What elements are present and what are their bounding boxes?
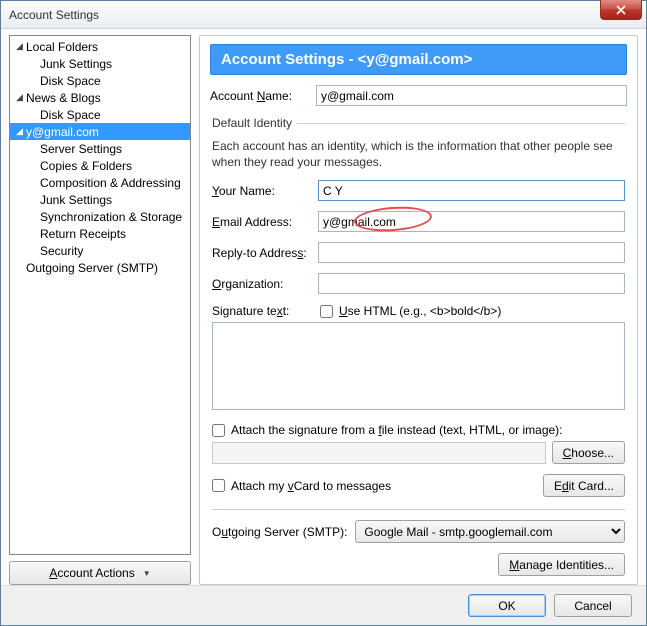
separator <box>212 509 625 510</box>
ok-button[interactable]: OK <box>468 594 546 617</box>
cancel-button[interactable]: Cancel <box>554 594 632 617</box>
account-name-label: Account Name: <box>210 89 310 103</box>
tree-item-label: y@gmail.com <box>26 125 99 139</box>
identity-legend: Default Identity <box>212 116 296 130</box>
attach-vcard-label: Attach my vCard to messages <box>231 479 391 493</box>
identity-description: Each account has an identity, which is t… <box>212 138 625 170</box>
tree-item-label: Junk Settings <box>40 57 112 71</box>
attach-vcard-checkbox[interactable] <box>212 479 225 492</box>
use-html-label: Use HTML (e.g., <b>bold</b>) <box>339 304 501 318</box>
signature-file-input <box>212 442 546 464</box>
main-panel: Account Settings - <y@gmail.com> Account… <box>199 35 638 585</box>
dialog-footer: OK Cancel <box>1 585 646 625</box>
account-actions-button[interactable]: Account Actions ▼ <box>9 561 191 585</box>
tree-item[interactable]: Security <box>10 242 190 259</box>
account-actions-label: ccount Actions <box>57 566 134 580</box>
use-html-checkbox[interactable] <box>320 305 333 318</box>
tree-item[interactable]: ◢News & Blogs <box>10 89 190 106</box>
tree-item[interactable]: Synchronization & Storage <box>10 208 190 225</box>
attach-file-label: Attach the signature from a file instead… <box>231 423 563 437</box>
signature-textarea[interactable] <box>212 322 625 410</box>
choose-file-button[interactable]: Choose... <box>552 441 625 464</box>
tree-item-label: Server Settings <box>40 142 122 156</box>
reply-to-label: Reply-to Address: <box>212 246 312 260</box>
panel-banner: Account Settings - <y@gmail.com> <box>210 44 627 75</box>
tree-item-label: Copies & Folders <box>40 159 132 173</box>
edit-card-button[interactable]: Edit Card... <box>543 474 625 497</box>
your-name-input[interactable] <box>318 180 625 201</box>
chevron-down-icon: ▼ <box>143 569 151 578</box>
organization-input[interactable] <box>318 273 625 294</box>
tree-item-label: News & Blogs <box>26 91 101 105</box>
tree-item-label: Disk Space <box>40 74 101 88</box>
tree-item[interactable]: Server Settings <box>10 140 190 157</box>
tree-item-label: Composition & Addressing <box>40 176 181 190</box>
account-name-input[interactable] <box>316 85 627 106</box>
signature-label: Signature text: <box>212 304 312 318</box>
email-input[interactable] <box>318 211 625 232</box>
tree-item[interactable]: Copies & Folders <box>10 157 190 174</box>
tree-item[interactable]: Composition & Addressing <box>10 174 190 191</box>
attach-file-checkbox[interactable] <box>212 424 225 437</box>
tree-item[interactable]: Junk Settings <box>10 55 190 72</box>
reply-to-input[interactable] <box>318 242 625 263</box>
titlebar: Account Settings <box>1 1 646 29</box>
account-tree[interactable]: ◢Local FoldersJunk SettingsDisk Space◢Ne… <box>9 35 191 555</box>
tree-item[interactable]: Disk Space <box>10 106 190 123</box>
tree-item-label: Disk Space <box>40 108 101 122</box>
tree-item[interactable]: Disk Space <box>10 72 190 89</box>
expand-arrow-icon: ◢ <box>16 92 26 103</box>
expand-arrow-icon: ◢ <box>16 41 26 52</box>
your-name-label: Your Name: <box>212 184 312 198</box>
tree-item[interactable]: ◢y@gmail.com <box>10 123 190 140</box>
tree-item-label: Synchronization & Storage <box>40 210 182 224</box>
organization-label: Organization: <box>212 277 312 291</box>
smtp-select[interactable]: Google Mail - smtp.googlemail.com <box>355 520 625 543</box>
tree-item-label: Outgoing Server (SMTP) <box>26 261 158 275</box>
window-title: Account Settings <box>9 8 99 22</box>
manage-identities-button[interactable]: Manage Identities... <box>498 553 625 576</box>
tree-item[interactable]: Return Receipts <box>10 225 190 242</box>
tree-item[interactable]: Junk Settings <box>10 191 190 208</box>
close-button[interactable] <box>600 0 642 20</box>
tree-item-label: Return Receipts <box>40 227 126 241</box>
tree-item-label: Local Folders <box>26 40 98 54</box>
close-icon <box>616 5 626 15</box>
tree-item-label: Security <box>40 244 83 258</box>
tree-item[interactable]: ◢Local Folders <box>10 38 190 55</box>
smtp-label: Outgoing Server (SMTP): <box>212 525 347 539</box>
tree-item[interactable]: Outgoing Server (SMTP) <box>10 259 190 276</box>
expand-arrow-icon: ◢ <box>16 126 26 137</box>
sidebar: ◢Local FoldersJunk SettingsDisk Space◢Ne… <box>9 35 191 585</box>
tree-item-label: Junk Settings <box>40 193 112 207</box>
email-label: Email Address: <box>212 215 312 229</box>
default-identity-group: Default Identity Each account has an ide… <box>212 116 625 576</box>
